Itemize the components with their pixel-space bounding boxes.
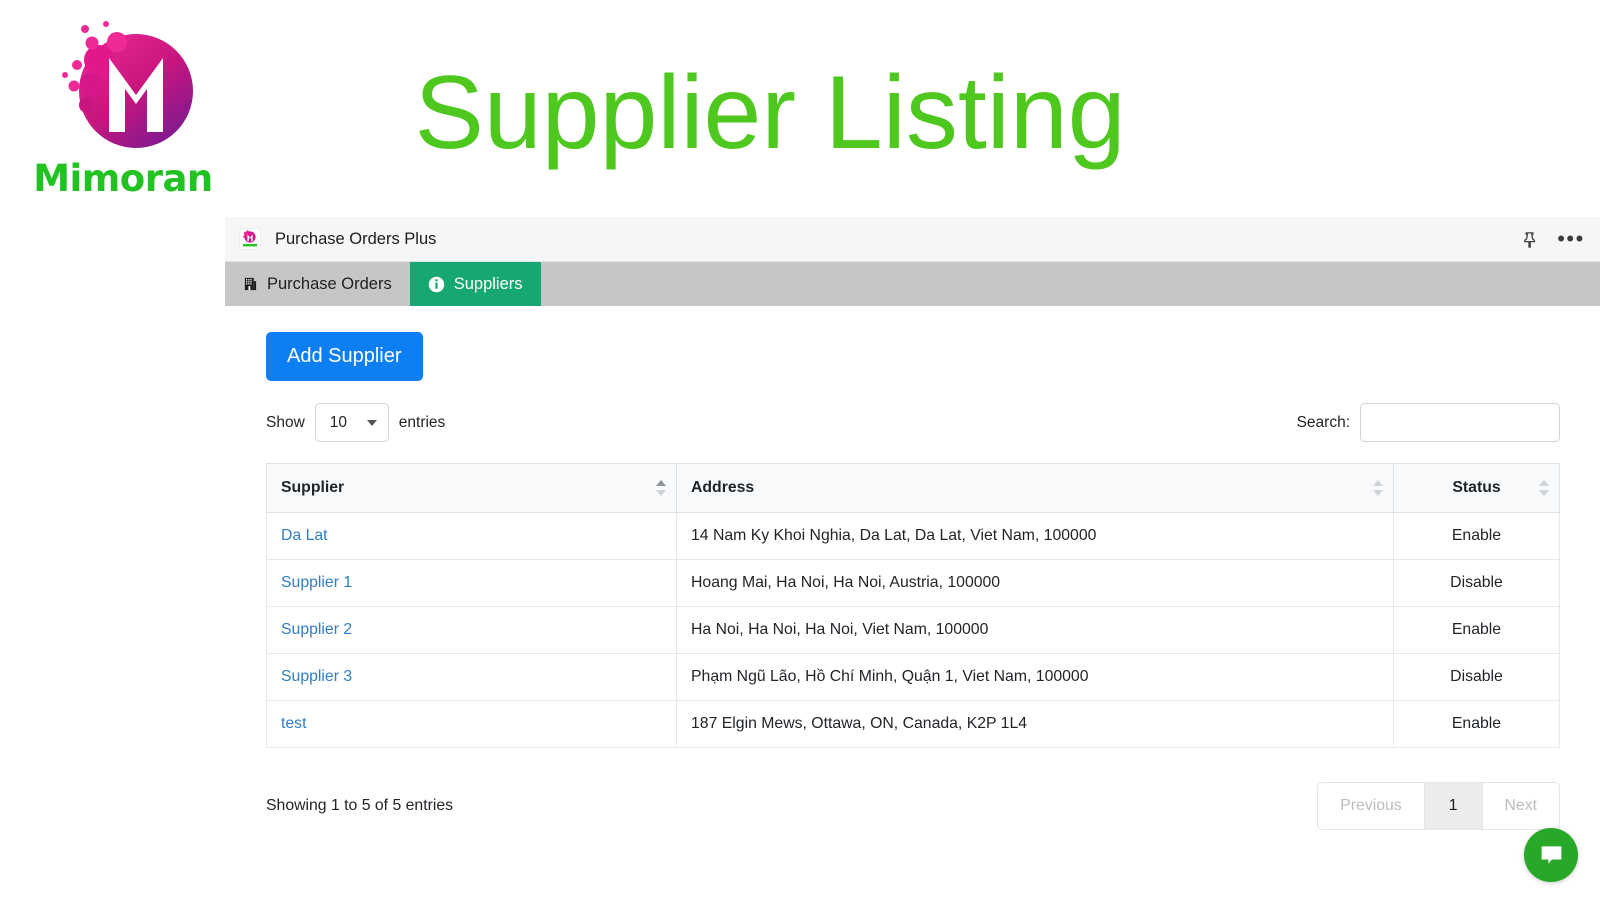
cell-status: Enable: [1393, 700, 1560, 748]
cell-status: Enable: [1393, 606, 1560, 654]
chat-bubble-icon: [1541, 845, 1561, 864]
chevron-down-icon: [366, 419, 377, 426]
cell-address: 14 Nam Ky Khoi Nghia, Da Lat, Da Lat, Vi…: [676, 512, 1394, 560]
table-footer: Showing 1 to 5 of 5 entries Previous 1 N…: [266, 782, 1560, 830]
building-icon: [243, 276, 258, 292]
table-row: Supplier 1 Hoang Mai, Ha Noi, Ha Noi, Aus…: [266, 559, 1560, 607]
header-actions: •••: [1518, 228, 1583, 250]
table-row: Da Lat 14 Nam Ky Khoi Nghia, Da Lat, Da L…: [266, 512, 1560, 560]
pagination-page-1[interactable]: 1: [1424, 783, 1483, 829]
add-supplier-button[interactable]: Add Supplier: [266, 332, 423, 381]
cell-status: Disable: [1393, 653, 1560, 701]
column-header-status[interactable]: Status: [1393, 463, 1560, 513]
column-header-address[interactable]: Address: [676, 463, 1394, 513]
cell-supplier: Supplier 2: [266, 606, 677, 654]
sort-indicator-address: [1373, 479, 1383, 497]
app-title: Purchase Orders Plus: [275, 229, 437, 248]
supplier-link[interactable]: Supplier 3: [281, 668, 352, 685]
tab-label: Suppliers: [453, 274, 523, 293]
app-icon: [239, 228, 261, 250]
search-input[interactable]: [1360, 403, 1560, 442]
tab-label: Purchase Orders: [267, 274, 392, 293]
tab-purchase-orders[interactable]: Purchase Orders: [225, 262, 410, 306]
page-title: Supplier Listing: [414, 55, 1126, 171]
cell-status: Disable: [1393, 559, 1560, 607]
column-header-supplier[interactable]: Supplier: [266, 463, 677, 513]
cell-address: 187 Elgin Mews, Ottawa, ON, Canada, K2P …: [676, 700, 1394, 748]
table-row: Supplier 3 Phạm Ngũ Lão, Hồ Chí Minh, Quậ…: [266, 653, 1560, 701]
column-label: Supplier: [281, 479, 345, 496]
page-banner: Mimoran Supplier Listing: [0, 0, 1600, 222]
table-controls: Show 10 entries Search:: [266, 403, 1560, 442]
cell-supplier: Da Lat: [266, 512, 677, 560]
entries-label: entries: [398, 413, 446, 431]
cell-status: Enable: [1393, 512, 1560, 560]
pin-icon[interactable]: [1518, 228, 1540, 250]
cell-supplier: Supplier 1: [266, 559, 677, 607]
search-control: Search:: [1297, 403, 1560, 442]
column-label: Address: [691, 479, 755, 496]
supplier-link[interactable]: test: [281, 715, 306, 732]
sort-indicator-status: [1539, 479, 1549, 497]
tab-strip: Purchase Orders Suppliers: [225, 262, 1600, 306]
ellipsis-icon[interactable]: •••: [1557, 228, 1583, 250]
chat-button[interactable]: [1524, 828, 1578, 882]
supplier-link[interactable]: Supplier 1: [281, 574, 352, 591]
table-head: Supplier Address Status: [266, 463, 1560, 513]
pagination-previous[interactable]: Previous: [1318, 783, 1425, 829]
table-header-row: Supplier Address Status: [266, 463, 1560, 513]
supplier-link[interactable]: Da Lat: [281, 527, 328, 544]
pagination: Previous 1 Next: [1317, 782, 1560, 830]
show-label: Show: [266, 413, 305, 431]
table-info: Showing 1 to 5 of 5 entries: [266, 797, 454, 814]
suppliers-table: Supplier Address Status Da Lat 14 Nam Ky …: [266, 463, 1560, 748]
pagination-next[interactable]: Next: [1482, 783, 1559, 829]
table-row: Supplier 2 Ha Noi, Ha Noi, Ha Noi, Viet N…: [266, 606, 1560, 654]
tab-suppliers[interactable]: Suppliers: [409, 262, 541, 306]
cell-supplier: test: [266, 700, 677, 748]
page-length-select[interactable]: 10: [314, 403, 389, 442]
info-circle-icon: [428, 276, 445, 293]
cell-supplier: Supplier 3: [266, 653, 677, 701]
table-row: test 187 Elgin Mews, Ottawa, ON, Canada, …: [266, 700, 1560, 748]
sort-indicator-supplier: [656, 479, 666, 497]
column-label: Status: [1452, 479, 1501, 496]
cell-address: Ha Noi, Ha Noi, Ha Noi, Viet Nam, 100000: [676, 606, 1394, 654]
page-length-control: Show 10 entries: [266, 403, 445, 442]
supplier-link[interactable]: Supplier 2: [281, 621, 352, 638]
search-label: Search:: [1296, 413, 1350, 431]
page-content: Add Supplier Show 10 entries Search: Sup…: [225, 306, 1600, 900]
table-body: Da Lat 14 Nam Ky Khoi Nghia, Da Lat, Da L…: [266, 512, 1560, 748]
app-header-bar: Purchase Orders Plus •••: [225, 217, 1600, 262]
cell-address: Phạm Ngũ Lão, Hồ Chí Minh, Quận 1, Viet …: [676, 653, 1394, 701]
page-length-value: 10: [329, 413, 348, 431]
cell-address: Hoang Mai, Ha Noi, Ha Noi, Austria, 1000…: [676, 559, 1394, 607]
app-frame: Purchase Orders Plus ••• Purchase Orders…: [225, 217, 1600, 900]
